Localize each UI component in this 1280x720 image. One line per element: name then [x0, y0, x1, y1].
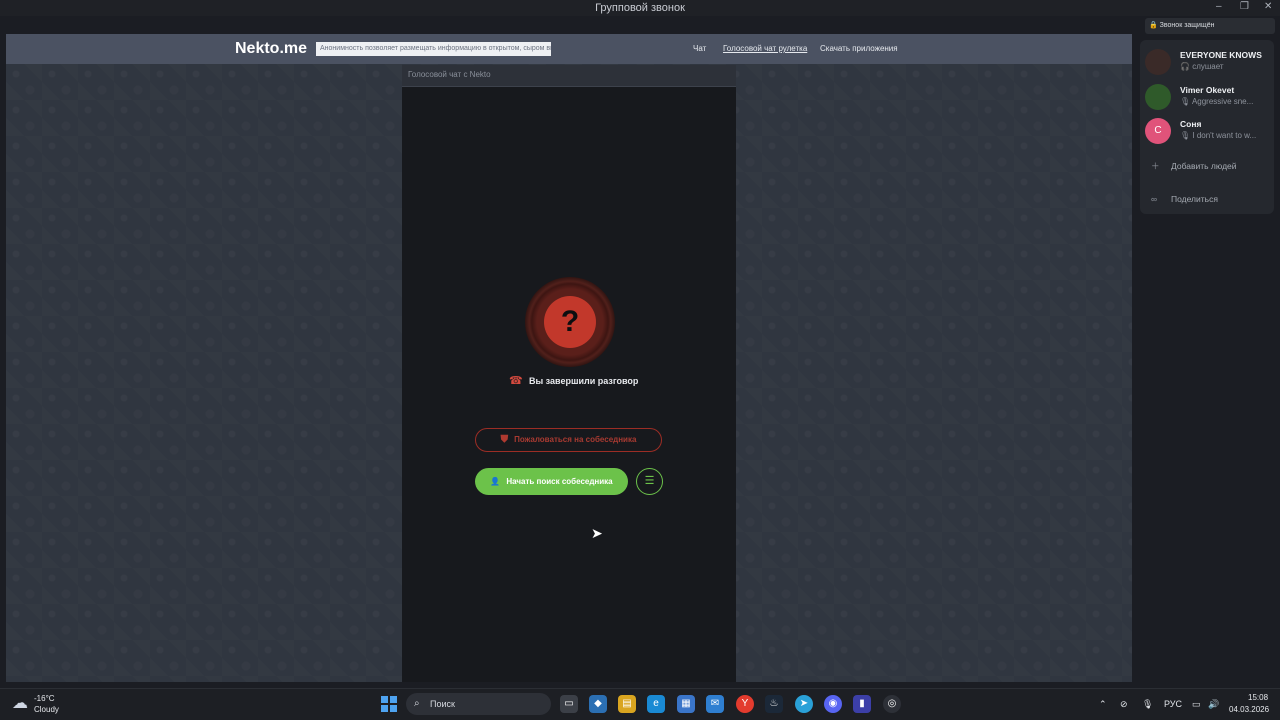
member-status-text: I don't want to w...: [1192, 131, 1257, 140]
call-badge-label: Звонок защищён: [1159, 22, 1215, 29]
file-explorer-icon[interactable]: ▤: [618, 695, 636, 713]
taskbar: [0, 688, 1280, 720]
call-security-badge[interactable]: 🔒 Звонок защищён: [1145, 18, 1275, 34]
cloud-icon[interactable]: ☁: [12, 693, 28, 713]
mic-icon: 🎙: [1180, 131, 1193, 140]
volume-icon[interactable]: 🔊: [1208, 699, 1219, 710]
microphone-icon[interactable]: 🎙: [1142, 699, 1153, 710]
close-icon[interactable]: ✕: [1264, 1, 1272, 12]
clock-date[interactable]: 04.03.2026: [1229, 705, 1269, 714]
member-item[interactable]: Vimer Okevet 🎙 Aggressive sne...: [1145, 82, 1273, 112]
question-icon: ?: [544, 296, 596, 348]
search-placeholder: Поиск: [430, 699, 455, 709]
discord-icon[interactable]: ◉: [824, 695, 842, 713]
member-item[interactable]: EVERYONE KNOWS 🎧 слушает: [1145, 47, 1273, 77]
report-button[interactable]: ⛊ Пожаловаться на собеседника: [475, 428, 662, 452]
mail-icon[interactable]: ✉: [706, 695, 724, 713]
link-icon: ∞: [1151, 194, 1158, 204]
steam-icon[interactable]: ♨: [765, 695, 783, 713]
start-search-label: Начать поиск собеседника: [506, 477, 613, 486]
member-status-text: Aggressive sne...: [1191, 97, 1254, 106]
nav-voice-roulette[interactable]: Голосовой чат рулетка: [723, 44, 807, 53]
yandex-browser-icon[interactable]: Y: [736, 695, 754, 713]
restore-icon[interactable]: ❐: [1240, 1, 1249, 12]
language-indicator[interactable]: РУС: [1164, 699, 1182, 709]
member-status-text: слушает: [1192, 62, 1224, 71]
mouse-cursor-icon: ➤: [591, 525, 603, 541]
copilot-icon[interactable]: ◆: [589, 695, 607, 713]
telegram-icon[interactable]: ➤: [795, 695, 813, 713]
weather-temperature[interactable]: -16°C: [34, 694, 55, 703]
avatar: С: [1145, 118, 1171, 144]
obs-icon[interactable]: ◎: [883, 695, 901, 713]
avatar: [1145, 49, 1171, 75]
member-name: EVERYONE KNOWS: [1180, 50, 1262, 60]
window-titlebar: Групповой звонок – ❐ ✕: [0, 0, 1280, 16]
lock-icon: 🔒: [1149, 22, 1160, 29]
chevron-up-icon[interactable]: ⌃: [1099, 699, 1107, 710]
sliders-icon: ☰: [644, 475, 655, 487]
member-name: Соня: [1180, 119, 1202, 129]
member-status: 🎧 слушает: [1180, 62, 1272, 71]
add-people-button[interactable]: ＋ Добавить людей: [1151, 160, 1237, 172]
share-button[interactable]: ∞ Поделиться: [1151, 194, 1218, 204]
filter-settings-button[interactable]: ☰: [636, 468, 663, 495]
start-button[interactable]: [381, 696, 397, 712]
add-user-icon: ＋: [1151, 161, 1160, 171]
shared-screen: Nekto.me Анонимность позволяет размещать…: [6, 34, 1132, 682]
report-label: Пожаловаться на собеседника: [514, 435, 637, 444]
task-view-icon[interactable]: ▭: [560, 695, 578, 713]
clock-time[interactable]: 15:08: [1248, 693, 1268, 702]
share-label: Поделиться: [1171, 194, 1218, 204]
panel-header: Голосовой чат с Nekto: [402, 65, 736, 87]
site-logo[interactable]: Nekto.me: [235, 40, 307, 58]
headphones-muted-icon: 🎧: [1180, 62, 1193, 71]
search-icon: ⌕: [414, 698, 420, 709]
edge-browser-icon[interactable]: e: [647, 695, 665, 713]
minimize-icon[interactable]: –: [1216, 1, 1222, 12]
avatar: [1145, 84, 1171, 110]
notice-banner: Анонимность позволяет размещать информац…: [316, 42, 551, 56]
member-item[interactable]: С Соня 🎙 I don't want to w...: [1145, 116, 1273, 146]
start-search-button[interactable]: 👤 Начать поиск собеседника: [475, 468, 628, 495]
member-status: 🎙 Aggressive sne...: [1180, 97, 1272, 106]
mic-icon: 🎙: [1180, 97, 1192, 106]
store-icon[interactable]: ▦: [677, 695, 695, 713]
member-status: 🎙 I don't want to w...: [1180, 131, 1272, 140]
hangup-icon: ☎: [509, 375, 523, 387]
nav-chat[interactable]: Чат: [693, 44, 706, 53]
weather-description[interactable]: Cloudy: [34, 705, 59, 714]
window-title: Групповой звонок: [595, 2, 685, 14]
chart-app-icon[interactable]: ▮: [853, 695, 871, 713]
nav-download-apps[interactable]: Скачать приложения: [820, 44, 898, 53]
shield-icon: ⛊: [500, 434, 509, 445]
call-ended-text: Вы завершили разговор: [529, 376, 639, 386]
add-people-label: Добавить людей: [1171, 161, 1237, 171]
windows-logo-icon: [381, 696, 388, 703]
user-search-icon: 👤: [490, 477, 501, 486]
site-navbar: Nekto.me Анонимность позволяет размещать…: [6, 34, 1132, 64]
network-off-icon[interactable]: ⊘: [1120, 699, 1128, 710]
display-icon[interactable]: ▭: [1192, 699, 1201, 710]
member-name: Vimer Okevet: [1180, 85, 1235, 95]
taskbar-search[interactable]: ⌕ Поиск: [406, 693, 551, 715]
